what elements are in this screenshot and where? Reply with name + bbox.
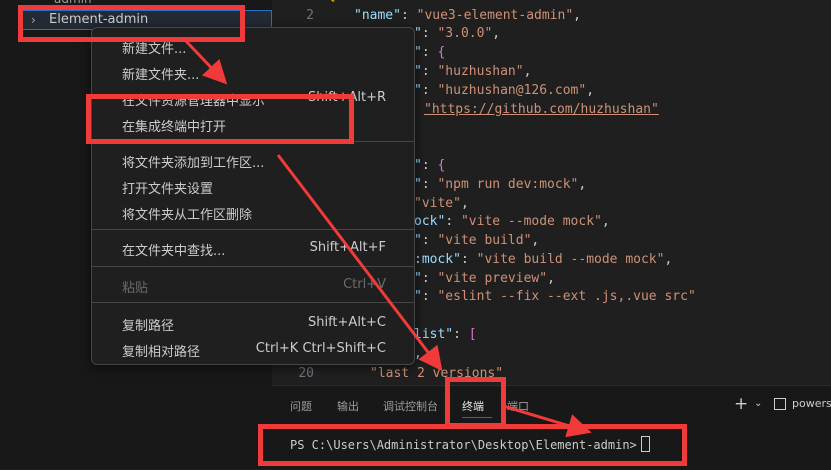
menu-item-remove-folder[interactable]: 将文件夹从工作区删除: [92, 199, 414, 225]
code-line: ": "3.0.0",: [414, 26, 501, 41]
new-terminal-plus-icon[interactable]: +: [734, 394, 748, 414]
menu-item-copy-path[interactable]: 复制路径 Shift+Alt+C: [92, 310, 414, 336]
tab-problems[interactable]: 问题: [290, 398, 312, 414]
code-line: "name": "vue3-element-admin",: [354, 8, 581, 23]
menu-separator: [92, 302, 414, 303]
activity-bar: [0, 0, 12, 469]
code-line: ": "vite build",: [414, 233, 540, 248]
tab-ports[interactable]: 端口: [507, 398, 529, 414]
code-line: ": "huzhushan@126.com",: [414, 83, 595, 98]
tab-debug-console[interactable]: 调试控制台: [383, 398, 438, 414]
code-line: ": "npm run dev:mock",: [414, 177, 587, 192]
code-line: ": {: [414, 45, 446, 60]
annotation-box-terminal-prompt: [258, 424, 687, 466]
context-menu: 新建文件... 新建文件夹... 在文件资源管理器中显示 Shift+Alt+R …: [91, 27, 415, 365]
code-line: ock": "vite --mode mock",: [414, 214, 610, 229]
line-number: 2: [306, 8, 314, 23]
code-line: ": "huzhushan",: [414, 64, 532, 79]
code-line: "https://github.com/huzhushan": [424, 102, 659, 117]
menu-item-find-in-folder[interactable]: 在文件夹中查找... Shift+Alt+F: [92, 235, 414, 261]
line-number: 20: [298, 366, 314, 381]
code-line: :mock": "vite build --mode mock",: [414, 252, 673, 267]
terminal-icon: [774, 398, 786, 410]
annotation-box-open-terminal: [86, 94, 354, 144]
code-line: list": [: [414, 327, 477, 342]
tab-output[interactable]: 输出: [337, 398, 359, 414]
menu-item-copy-relative-path[interactable]: 复制相对路径 Ctrl+K Ctrl+Shift+C: [92, 336, 414, 362]
code-line: ": "vite preview",: [414, 271, 555, 286]
annotation-box-terminal-tab: [445, 377, 506, 428]
code-line: "vite",: [414, 196, 469, 211]
menu-separator: [92, 229, 414, 230]
terminal-shell-label[interactable]: powersh: [792, 397, 831, 410]
menu-item-paste[interactable]: 粘贴 Ctrl+V: [92, 272, 414, 298]
code-line: ,: [414, 346, 422, 361]
code-line: {: [328, 0, 336, 3]
menu-item-add-folder-to-workspace[interactable]: 将文件夹添加到工作区...: [92, 147, 414, 173]
menu-item-new-folder[interactable]: 新建文件夹...: [92, 59, 414, 85]
code-line: ": "eslint --fix --ext .js,.vue src": [414, 289, 696, 304]
menu-separator: [92, 266, 414, 267]
menu-item-folder-settings[interactable]: 打开文件夹设置: [92, 173, 414, 199]
code-line: ": {: [414, 158, 446, 173]
chevron-down-icon[interactable]: ⌄: [754, 398, 762, 409]
annotation-box-folder: [18, 5, 245, 42]
